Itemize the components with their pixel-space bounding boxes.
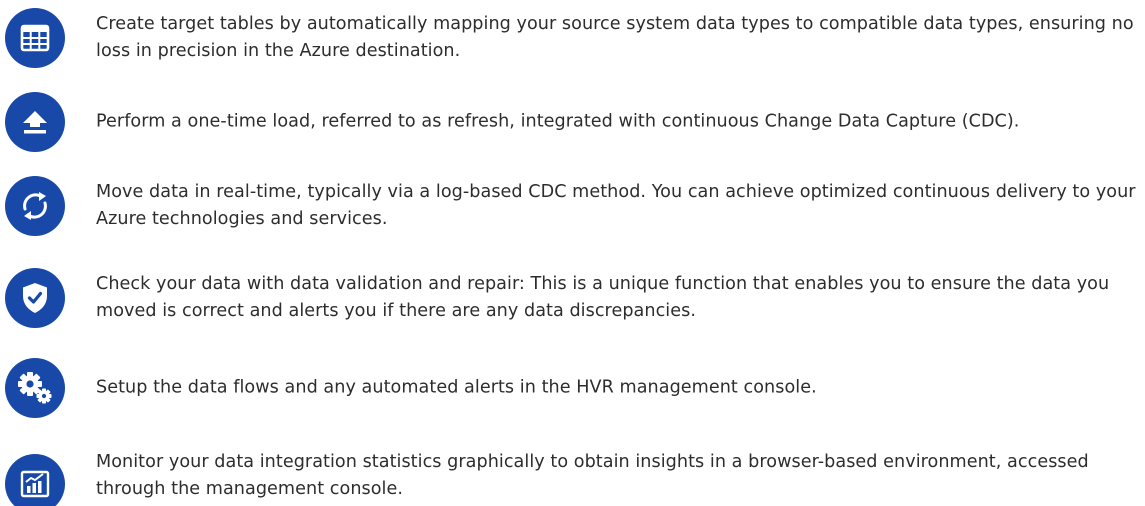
feature-text: Perform a one-time load, referred to as … (96, 111, 1020, 132)
gears-icon (5, 358, 65, 418)
feature-item-monitoring: Monitor your data integration statistics… (0, 446, 1145, 506)
upload-icon (5, 92, 65, 152)
table-icon (5, 8, 65, 68)
feature-item-realtime: Move data in real-time, typically via a … (0, 176, 1145, 236)
feature-item-refresh: Perform a one-time load, referred to as … (0, 92, 1145, 152)
feature-item-management-console: Setup the data flows and any automated a… (0, 358, 1145, 418)
feature-text: Create target tables by automatically ma… (96, 14, 1134, 61)
shield-check-icon (5, 268, 65, 328)
feature-list: Create target tables by automatically ma… (0, 0, 1145, 506)
feature-text: Monitor your data integration statistics… (96, 452, 1089, 499)
feature-item-validation: Check your data with data validation and… (0, 268, 1145, 328)
sync-icon (5, 176, 65, 236)
feature-text: Setup the data flows and any automated a… (96, 377, 817, 398)
feature-item-target-tables: Create target tables by automatically ma… (0, 8, 1145, 68)
feature-text: Move data in real-time, typically via a … (96, 182, 1136, 229)
bar-chart-icon (5, 454, 65, 506)
feature-text: Check your data with data validation and… (96, 274, 1110, 321)
